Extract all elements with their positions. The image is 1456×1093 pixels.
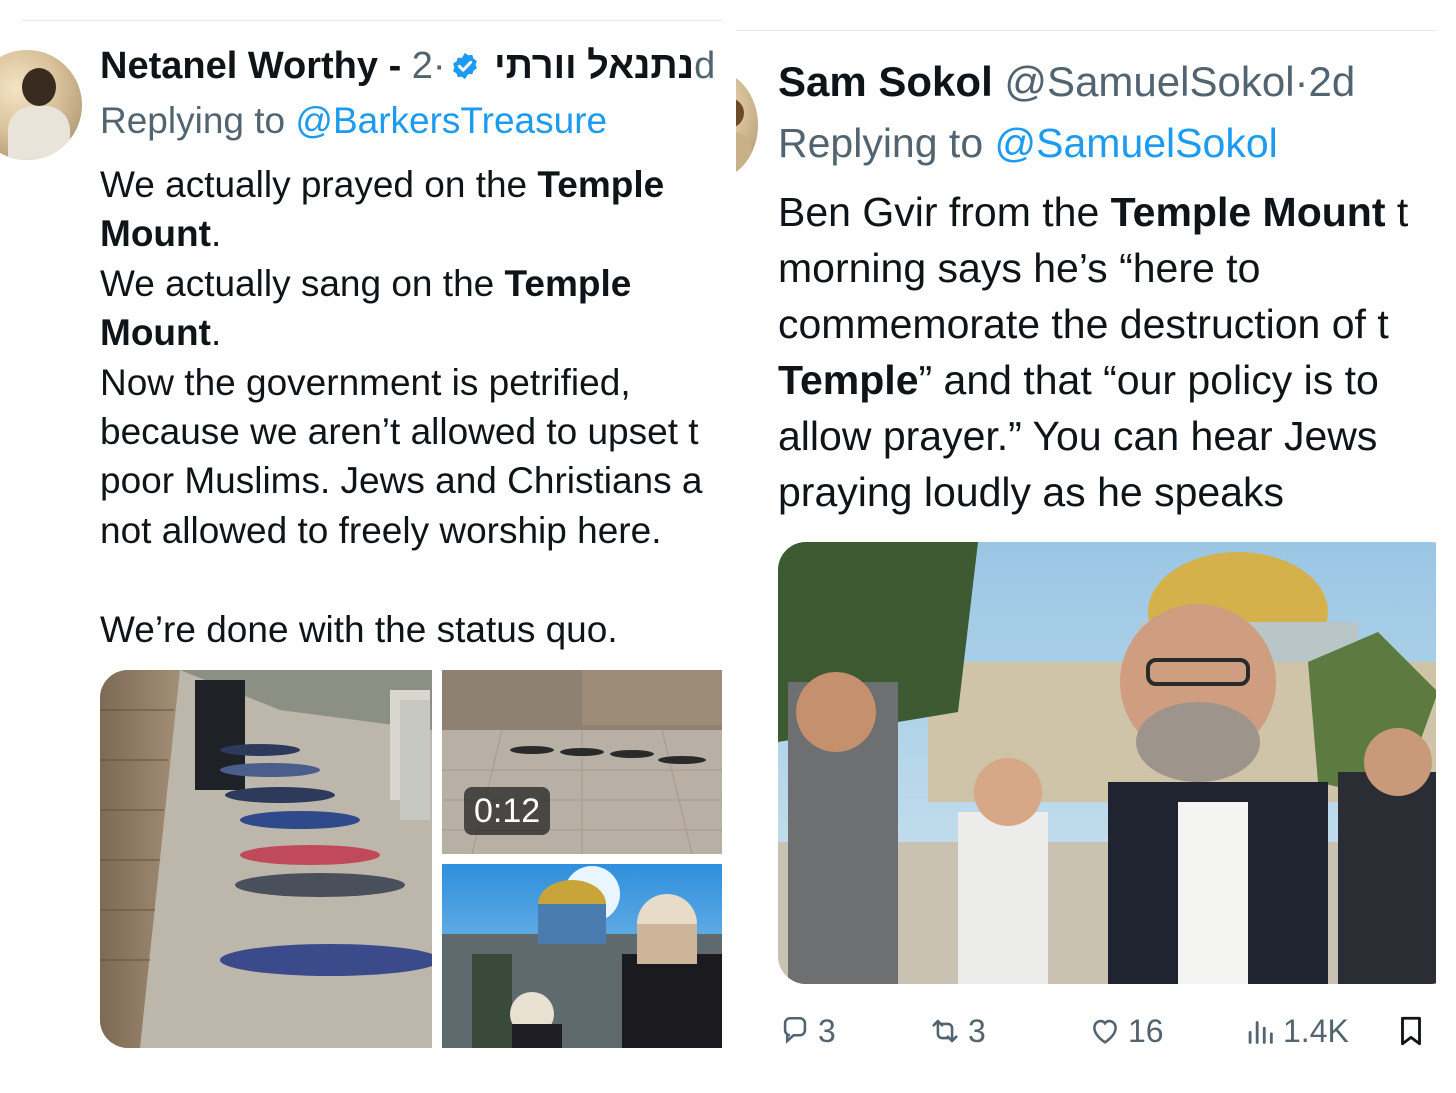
- text-line: Mount.: [100, 308, 703, 357]
- replying-to: Replying to @SamuelSokol: [778, 120, 1278, 167]
- meta-separator: ·: [432, 45, 446, 87]
- author-handle[interactable]: @SamuelSokol: [1004, 58, 1294, 105]
- text-line: Now the government is petrified,: [100, 358, 703, 407]
- author-name[interactable]: Netanel Worthy - נתנאל וורתי: [100, 45, 694, 87]
- text-segment: .: [210, 213, 222, 255]
- text-segment: commemorate the destruction of t: [778, 301, 1389, 347]
- text-line: We actually prayed on the Temple: [100, 160, 703, 209]
- replying-prefix: Replying to: [778, 120, 984, 166]
- text-segment: Ben Gvir from the: [778, 189, 1111, 235]
- views-button[interactable]: 1.4K: [1243, 1006, 1349, 1056]
- text-line: not allowed to freely worship here.: [100, 506, 703, 555]
- bold-segment: Mount: [100, 213, 211, 255]
- tweet-time[interactable]: 2d: [1309, 58, 1356, 105]
- repost-count: 3: [968, 1012, 986, 1049]
- author-header: Netanel Worthy - נתנאל וורתי ·2d: [100, 45, 715, 88]
- media-video-ben-gvir[interactable]: [778, 542, 1436, 984]
- author-avatar[interactable]: [0, 50, 82, 160]
- text-line: We’re done with the status quo.: [100, 605, 703, 654]
- bold-segment: Temple Mount: [1110, 189, 1386, 235]
- text-line: morning says he’s “here to: [778, 240, 1408, 296]
- views-bar-chart-icon: [1248, 1021, 1273, 1044]
- text-line: Ben Gvir from the Temple Mount t: [778, 184, 1408, 240]
- views-count: 1.4K: [1283, 1012, 1349, 1049]
- text-line: because we aren’t allowed to upset t: [100, 407, 703, 456]
- text-line: We actually sang on the Temple: [100, 259, 703, 308]
- text-line: commemorate the destruction of t: [778, 296, 1408, 352]
- tweet-action-bar: 3 3 16 1.4K: [778, 1006, 1438, 1056]
- text-segment: because we aren’t allowed to upset t: [100, 411, 699, 453]
- top-divider: [22, 20, 722, 21]
- author-avatar[interactable]: [736, 70, 758, 180]
- author-name[interactable]: Sam Sokol: [778, 58, 993, 105]
- text-segment: not allowed to freely worship here.: [100, 509, 662, 551]
- text-line: Mount.: [100, 209, 703, 258]
- text-segment: ” and that “our policy is to: [918, 357, 1379, 403]
- bookmark-icon: [1401, 1016, 1421, 1046]
- bold-segment: Temple: [504, 262, 632, 304]
- meta-separator: ·: [1294, 58, 1309, 105]
- text-segment: .: [210, 312, 222, 354]
- bold-segment: Temple: [537, 164, 665, 205]
- text-line: praying loudly as he speaks: [778, 464, 1408, 520]
- verified-badge-icon: [452, 52, 477, 80]
- text-segment: morning says he’s “here to: [778, 245, 1261, 291]
- text-segment: Now the government is petrified,: [100, 361, 631, 403]
- text-segment: t: [1385, 189, 1409, 235]
- reply-icon: [783, 1016, 807, 1044]
- author-header: Sam Sokol @SamuelSokol·2d: [778, 58, 1355, 106]
- media-photo-prostrating[interactable]: [100, 670, 432, 1048]
- media-video-thumbnail[interactable]: 0:12: [442, 670, 722, 854]
- like-button[interactable]: 16: [1088, 1006, 1164, 1056]
- text-line: Temple” and that “our policy is to: [778, 352, 1408, 408]
- text-segment: We actually sang on the: [100, 262, 505, 304]
- replying-to: Replying to @BarkersTreasure: [100, 100, 607, 142]
- text-segment: praying loudly as he speaks: [778, 469, 1284, 515]
- tweet-text: Ben Gvir from the Temple Mount t morning …: [778, 184, 1408, 520]
- repost-icon: [932, 1019, 958, 1043]
- reply-button[interactable]: 3: [778, 1006, 836, 1056]
- bookmark-button[interactable]: [1394, 1006, 1434, 1056]
- left-tweet: Netanel Worthy - נתנאל וורתי ·2d Replyin…: [0, 0, 722, 1093]
- replying-mention-link[interactable]: @BarkersTreasure: [295, 100, 607, 141]
- right-tweet: Sam Sokol @SamuelSokol·2d Replying to @S…: [736, 0, 1436, 1093]
- text-segment: We actually prayed on the: [100, 164, 538, 205]
- top-divider: [736, 30, 1436, 31]
- repost-button[interactable]: 3: [928, 1006, 986, 1056]
- text-segment: allow prayer.” You can hear Jews: [778, 413, 1378, 459]
- media-photo-dome[interactable]: [442, 864, 722, 1048]
- video-duration-badge: 0:12: [464, 787, 551, 835]
- text-segment: We’re done with the status quo.: [100, 608, 618, 650]
- bold-segment: Mount: [100, 312, 211, 354]
- replying-prefix: Replying to: [100, 100, 286, 141]
- heart-icon: [1093, 1019, 1117, 1044]
- replying-mention-link[interactable]: @SamuelSokol: [995, 120, 1278, 166]
- reply-count: 3: [818, 1012, 836, 1049]
- text-line: allow prayer.” You can hear Jews: [778, 408, 1408, 464]
- text-line: poor Muslims. Jews and Christians a: [100, 456, 703, 505]
- like-count: 16: [1128, 1012, 1164, 1049]
- tweet-text: We actually prayed on the Temple Mount. We…: [100, 160, 703, 654]
- text-segment: poor Muslims. Jews and Christians a: [100, 460, 703, 502]
- bold-segment: Temple: [778, 357, 919, 403]
- text-line: [100, 555, 703, 604]
